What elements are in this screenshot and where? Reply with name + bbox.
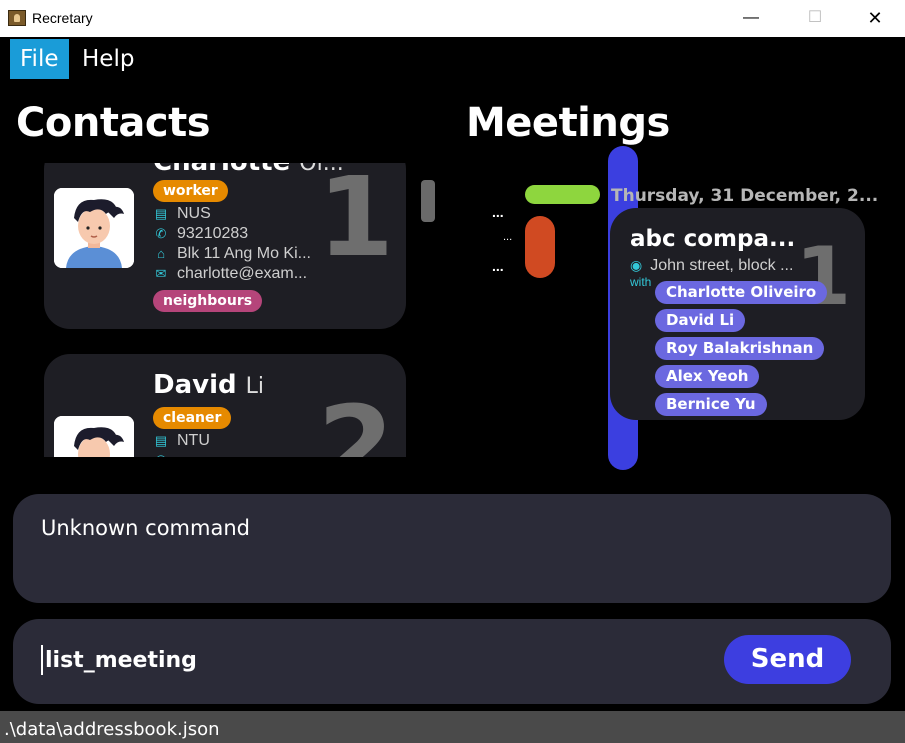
contacts-scrollbar[interactable] — [421, 180, 435, 222]
contact-last-name: Li — [245, 374, 265, 399]
meeting-card[interactable]: 1 abc compa... ◉ John street, block ... w… — [610, 208, 865, 420]
menu-file[interactable]: File — [10, 39, 69, 79]
maximize-button[interactable]: ☐ — [800, 6, 830, 30]
contact-tag: neighbours — [153, 290, 263, 312]
status-file-path: .\data\addressbook.json — [4, 719, 220, 740]
contact-email: ✉ charlotte@exam... — [153, 265, 308, 285]
result-text: Unknown command — [41, 516, 250, 540]
with-label: with — [630, 275, 652, 289]
contact-phone: ✆ 93210283 — [153, 225, 249, 245]
timeline-marker-green — [525, 185, 600, 204]
contacts-list[interactable]: 1 Charlotte Ol... worker ▤ NUS ✆ 93210283 — [44, 163, 406, 457]
organization-text: NTU — [177, 432, 210, 449]
contact-card[interactable]: 2 David Li cleaner ▤ NTU ✆ — [44, 354, 406, 457]
contact-index: 1 — [317, 163, 394, 281]
menu-bar: File Help — [0, 37, 905, 82]
contact-address: ⌂ Blk 11 Ang Mo Ki... — [153, 245, 311, 265]
app-icon — [8, 10, 26, 26]
close-button[interactable]: ✕ — [860, 6, 890, 30]
timeline-dots: ... — [503, 231, 513, 243]
contact-index: 2 — [317, 382, 394, 457]
meetings-heading: Meetings — [466, 100, 670, 146]
mail-icon: ✉ — [155, 266, 167, 281]
contact-organization: ▤ NTU — [153, 432, 210, 452]
meeting-title: abc compa... — [630, 226, 796, 252]
contact-first-name: David — [153, 370, 237, 400]
avatar — [54, 188, 134, 268]
phone-icon: ✆ — [155, 226, 167, 241]
contact-name: David Li — [153, 370, 264, 400]
contact-tag: worker — [153, 180, 228, 202]
meeting-date: Thursday, 31 December, 2... — [611, 186, 879, 206]
result-display: Unknown command — [13, 494, 891, 603]
contact-name: Charlotte Ol... — [153, 163, 344, 177]
briefcase-icon: ▤ — [154, 206, 168, 221]
avatar-illustration — [54, 188, 134, 268]
meeting-index: 1 — [795, 230, 851, 323]
send-button[interactable]: Send — [724, 635, 851, 684]
avatar-illustration — [54, 416, 134, 457]
timeline-marker-red — [525, 216, 555, 278]
menu-help[interactable]: Help — [72, 39, 144, 79]
home-icon: ⌂ — [157, 246, 165, 261]
contact-tag: cleaner — [153, 407, 232, 429]
contact-card[interactable]: 1 Charlotte Ol... worker ▤ NUS ✆ 93210283 — [44, 163, 406, 329]
participant-tag: Charlotte Oliveiro — [655, 281, 828, 304]
participant-tag: David Li — [655, 309, 746, 332]
avatar — [54, 416, 134, 457]
contact-last-name: Ol... — [299, 163, 344, 176]
briefcase-icon: ▤ — [154, 433, 168, 448]
app-window: Recretary — ☐ ✕ File Help Contacts Meeti… — [0, 0, 905, 743]
location-pin-icon: ◉ — [630, 257, 643, 273]
window-title: Recretary — [32, 10, 93, 26]
email-text: charlotte@exam... — [177, 265, 308, 282]
status-bar: .\data\addressbook.json — [0, 711, 905, 743]
organization-text: NUS — [177, 205, 211, 222]
title-bar: Recretary — ☐ ✕ — [0, 0, 905, 37]
contact-first-name: Charlotte — [153, 163, 290, 177]
meeting-location: ◉ John street, block ... — [630, 257, 793, 275]
minimize-button[interactable]: — — [736, 6, 766, 30]
command-box: Send — [13, 619, 891, 704]
command-input[interactable] — [41, 645, 641, 675]
timeline-dots: ... — [492, 204, 504, 220]
participant-tag: Roy Balakrishnan — [655, 337, 825, 360]
participant-tag: Alex Yeoh — [655, 365, 760, 388]
location-text: John street, block ... — [650, 257, 794, 274]
contact-phone: ✆ — [153, 452, 177, 457]
participant-tag: Bernice Yu — [655, 393, 767, 416]
phone-icon: ✆ — [153, 453, 169, 457]
address-text: Blk 11 Ang Mo Ki... — [177, 245, 311, 262]
timeline-dots: ... — [492, 258, 504, 274]
contacts-heading: Contacts — [16, 100, 211, 146]
contact-organization: ▤ NUS — [153, 205, 211, 225]
phone-text: 93210283 — [177, 225, 249, 242]
